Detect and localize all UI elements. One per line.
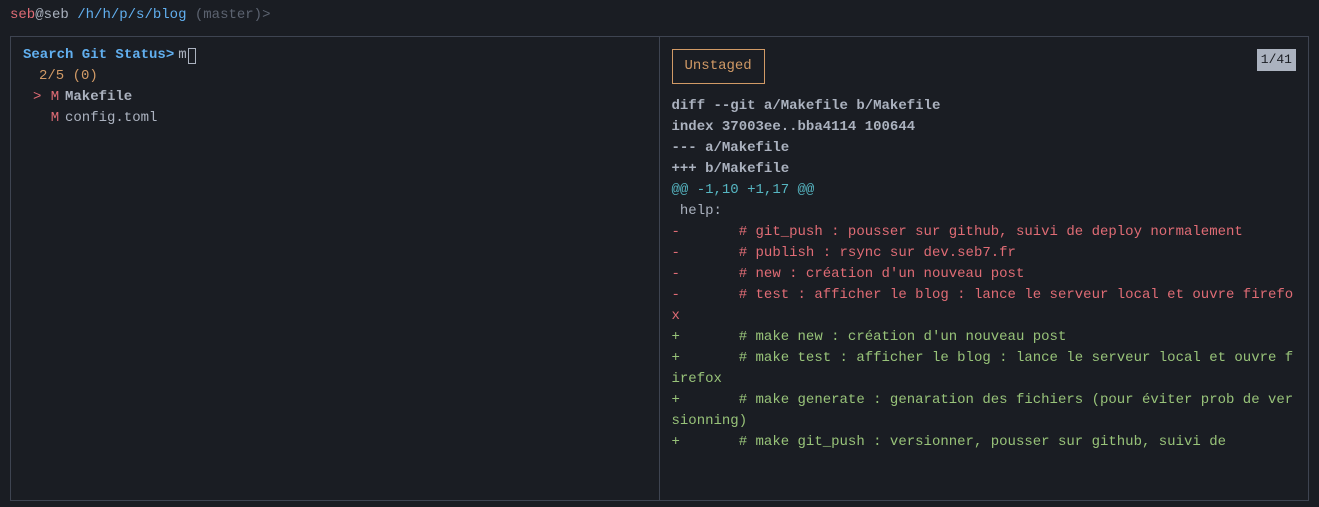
diff-added-line: + # make generate : genaration des fichi… xyxy=(672,390,1297,432)
diff-header-line: diff --git a/Makefile b/Makefile xyxy=(672,96,1297,117)
prompt-arrow: > xyxy=(262,7,270,23)
file-item[interactable]: > M Makefile xyxy=(11,87,659,108)
diff-header-line: +++ b/Makefile xyxy=(672,159,1297,180)
prompt-branch: (master) xyxy=(195,7,262,23)
fzf-container: Search Git Status> m 2/5 (0) > M Makefil… xyxy=(10,36,1309,501)
file-item[interactable]: M config.toml xyxy=(11,108,659,129)
cursor-icon xyxy=(188,48,196,64)
prompt-at: @ xyxy=(35,7,43,23)
file-name: config.toml xyxy=(65,108,157,129)
search-input[interactable]: m xyxy=(178,45,186,66)
unstaged-badge: Unstaged xyxy=(672,49,765,84)
selection-marker-icon: > xyxy=(33,87,45,108)
diff-header-line: index 37003ee..bba4114 100644 xyxy=(672,117,1297,138)
search-line[interactable]: Search Git Status> m xyxy=(11,45,659,66)
diff-removed-line: - # git_push : pousser sur github, suivi… xyxy=(672,222,1297,243)
git-status-indicator: M xyxy=(45,87,65,108)
prompt-host: seb xyxy=(44,7,69,23)
diff-removed-line: - # test : afficher le blog : lance le s… xyxy=(672,285,1297,327)
prompt-user: seb xyxy=(10,7,35,23)
diff-removed-line: - # new : création d'un nouveau post xyxy=(672,264,1297,285)
diff-header-line: --- a/Makefile xyxy=(672,138,1297,159)
diff-added-line: + # make git_push : versionner, pousser … xyxy=(672,432,1297,453)
diff-preview-panel: 1/41 Unstaged diff --git a/Makefile b/Ma… xyxy=(660,37,1309,500)
file-name: Makefile xyxy=(65,87,132,108)
diff-context-line: help: xyxy=(672,201,1297,222)
git-status-indicator: M xyxy=(45,108,65,129)
diff-added-line: + # make new : création d'un nouveau pos… xyxy=(672,327,1297,348)
search-prompt-label: Search Git Status> xyxy=(23,45,174,66)
diff-content[interactable]: diff --git a/Makefile b/Makefile index 3… xyxy=(672,96,1297,453)
preview-line-counter: 1/41 xyxy=(1257,49,1296,71)
diff-removed-line: - # publish : rsync sur dev.seb7.fr xyxy=(672,243,1297,264)
shell-prompt: seb@seb /h/h/p/s/blog (master)> xyxy=(0,0,1319,31)
result-counter: 2/5 (0) xyxy=(11,66,659,87)
diff-hunk-line: @@ -1,10 +1,17 @@ xyxy=(672,180,1297,201)
prompt-path: /h/h/p/s/blog xyxy=(77,7,186,23)
file-list-panel: Search Git Status> m 2/5 (0) > M Makefil… xyxy=(11,37,660,500)
diff-added-line: + # make test : afficher le blog : lance… xyxy=(672,348,1297,390)
